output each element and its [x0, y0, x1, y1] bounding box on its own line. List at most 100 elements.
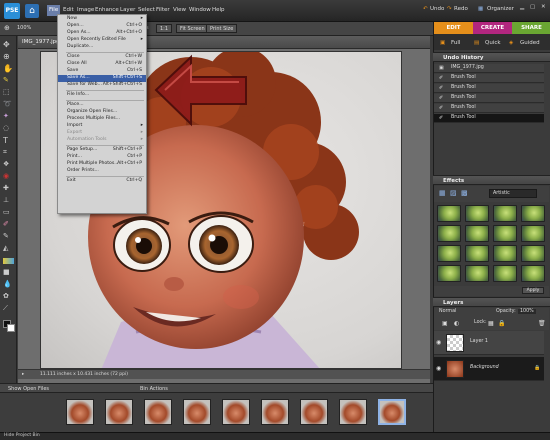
history-item[interactable]: ✐ Brush Tool — [434, 94, 544, 103]
file-menu-item[interactable]: Page Setup... Shift+Ctrl+P — [58, 147, 146, 154]
file-menu-item[interactable]: Process Multiple Files... — [58, 116, 146, 123]
file-menu-item[interactable]: File Info... — [58, 92, 146, 99]
effect-thumbnail[interactable] — [521, 225, 545, 242]
file-menu-item[interactable]: Open... Ctrl+O — [58, 23, 146, 30]
effect-thumbnail[interactable] — [465, 205, 489, 222]
effect-thumbnail[interactable] — [521, 245, 545, 262]
delete-layer-icon[interactable]: 🗑 — [538, 320, 546, 327]
photo-effects-icon[interactable]: ▩ — [461, 189, 468, 197]
straighten-tool-icon[interactable]: ⟋ — [3, 304, 14, 313]
effect-thumbnail[interactable] — [493, 205, 517, 222]
file-menu-item[interactable]: Import ▸ — [58, 123, 146, 130]
home-icon[interactable]: ⌂ — [25, 4, 39, 18]
effect-thumbnail[interactable] — [465, 225, 489, 242]
layer-styles-icon[interactable]: ▨ — [450, 189, 457, 197]
minimize-button[interactable]: ▁ — [520, 4, 524, 10]
history-item[interactable]: ▣ IMG_1977.jpg — [434, 64, 544, 73]
history-item[interactable]: ✐ Brush Tool — [434, 74, 544, 83]
tab-share[interactable]: SHARE — [512, 22, 550, 34]
brush-tool-icon[interactable]: ✐ — [3, 220, 14, 229]
tab-quick[interactable]: Quick — [485, 36, 501, 50]
history-item[interactable]: ✐ Brush Tool — [434, 114, 544, 123]
project-bin-thumbnail[interactable] — [105, 399, 133, 425]
sponge-tool-icon[interactable]: ✿ — [3, 292, 14, 301]
project-bin-thumbnail[interactable] — [300, 399, 328, 425]
effect-thumbnail[interactable] — [521, 205, 545, 222]
file-menu-item[interactable]: Duplicate... — [58, 44, 146, 51]
file-menu-item[interactable]: Exit Ctrl+Q — [58, 178, 146, 185]
lock-all-icon[interactable]: 🔒 — [498, 320, 505, 327]
healing-brush-icon[interactable]: ✚ — [3, 184, 14, 193]
move-tool-icon[interactable]: ✥ — [3, 40, 14, 49]
layers-header[interactable]: Layers — [433, 297, 550, 307]
document-title[interactable]: IMG_1977.jpg — [22, 39, 60, 45]
layer-row[interactable]: ◉ Layer 1 — [434, 331, 544, 355]
tab-full[interactable]: Full — [451, 36, 460, 50]
file-menu-item[interactable]: Open Recently Edited File ▸ — [58, 37, 146, 44]
file-menu-item[interactable]: Save Ctrl+S — [58, 68, 146, 75]
file-menu-item[interactable]: Close All Alt+Ctrl+W — [58, 61, 146, 68]
layer-name[interactable]: Layer 1 — [470, 339, 488, 344]
effect-thumbnail[interactable] — [437, 245, 461, 262]
file-menu-item[interactable]: Open As... Alt+Ctrl+O — [58, 30, 146, 37]
red-eye-icon[interactable]: ◉ — [3, 172, 14, 181]
eyedropper-icon[interactable]: ✎ — [3, 76, 14, 85]
history-item[interactable]: ✐ Brush Tool — [434, 104, 544, 113]
file-menu-item[interactable]: Automation Tools ▸ — [58, 137, 146, 144]
visibility-eye-icon[interactable]: ◉ — [436, 339, 441, 346]
background-color-swatch[interactable] — [7, 324, 15, 332]
file-menu-item[interactable]: Export ▸ — [58, 130, 146, 137]
file-menu-item[interactable]: Print Multiple Photos... Alt+Ctrl+P — [58, 161, 146, 168]
apply-button[interactable]: Apply — [522, 287, 544, 294]
file-menu-item[interactable]: New ▸ — [58, 16, 146, 23]
effects-header[interactable]: Effects — [433, 175, 550, 185]
redo-icon[interactable]: ↷ — [447, 6, 452, 12]
lasso-tool-icon[interactable]: ➰ — [3, 100, 14, 109]
gradient-tool-icon[interactable] — [3, 258, 14, 264]
menu-layer[interactable]: Layer — [120, 7, 135, 13]
undo-icon[interactable]: ↶ — [423, 6, 428, 12]
undo-history-header[interactable]: Undo History — [433, 52, 550, 62]
clone-stamp-icon[interactable]: ⊥ — [3, 196, 14, 205]
project-bin-thumbnail[interactable] — [261, 399, 289, 425]
menu-select[interactable]: Select — [138, 7, 155, 13]
project-bin-thumbnail[interactable] — [222, 399, 250, 425]
shape-tool-icon[interactable]: ■ — [3, 268, 14, 277]
project-bin-thumbnail[interactable] — [378, 399, 406, 425]
layer-row[interactable]: ◉ Background 🔒 — [434, 357, 544, 381]
cookie-cutter-icon[interactable]: ❖ — [3, 160, 14, 169]
eraser-icon[interactable]: ▭ — [3, 208, 14, 217]
adjustment-layer-icon[interactable]: ◐ — [454, 320, 459, 327]
effect-thumbnail[interactable] — [437, 205, 461, 222]
hide-project-bin-button[interactable]: Hide Project Bin — [4, 433, 40, 438]
marquee-tool-icon[interactable]: ⬚ — [3, 88, 14, 97]
menu-filter[interactable]: Filter — [156, 7, 170, 13]
effect-thumbnail[interactable] — [437, 225, 461, 242]
tab-create[interactable]: CREATE — [473, 22, 512, 34]
layer-name[interactable]: Background — [470, 365, 499, 370]
maximize-button[interactable]: ▢ — [530, 4, 535, 10]
project-bin-thumbnail[interactable] — [339, 399, 367, 425]
blend-mode-select[interactable]: Normal — [439, 309, 456, 314]
project-bin-thumbnail[interactable] — [66, 399, 94, 425]
project-bin-thumbnail[interactable] — [183, 399, 211, 425]
blur-tool-icon[interactable]: 💧 — [3, 280, 14, 289]
file-menu-item[interactable]: Save As... Shift+Ctrl+S — [58, 75, 146, 82]
menu-edit[interactable]: Edit — [63, 7, 74, 13]
undo-button[interactable]: Undo — [430, 6, 444, 12]
effect-thumbnail[interactable] — [493, 245, 517, 262]
zoom-tool-icon[interactable]: ⊕ — [3, 52, 14, 61]
menu-enhance[interactable]: Enhance — [95, 7, 119, 13]
full-edit-icon[interactable]: ▣ — [440, 36, 445, 50]
file-menu-item[interactable]: Save for Web... Alt+Shift+Ctrl+S — [58, 82, 146, 89]
effect-thumbnail[interactable] — [465, 265, 489, 282]
history-item[interactable]: ✐ Brush Tool — [434, 84, 544, 93]
print-size-button[interactable]: Print Size — [206, 24, 238, 33]
file-menu-item[interactable]: Organize Open Files... — [58, 109, 146, 116]
type-tool-icon[interactable]: T — [3, 136, 14, 145]
tab-edit[interactable]: EDIT — [434, 22, 473, 34]
quick-edit-icon[interactable]: ▤ — [474, 36, 479, 50]
menu-view[interactable]: View — [173, 7, 186, 13]
redo-button[interactable]: Redo — [454, 6, 468, 12]
file-menu-item[interactable]: Print... Ctrl+P — [58, 154, 146, 161]
